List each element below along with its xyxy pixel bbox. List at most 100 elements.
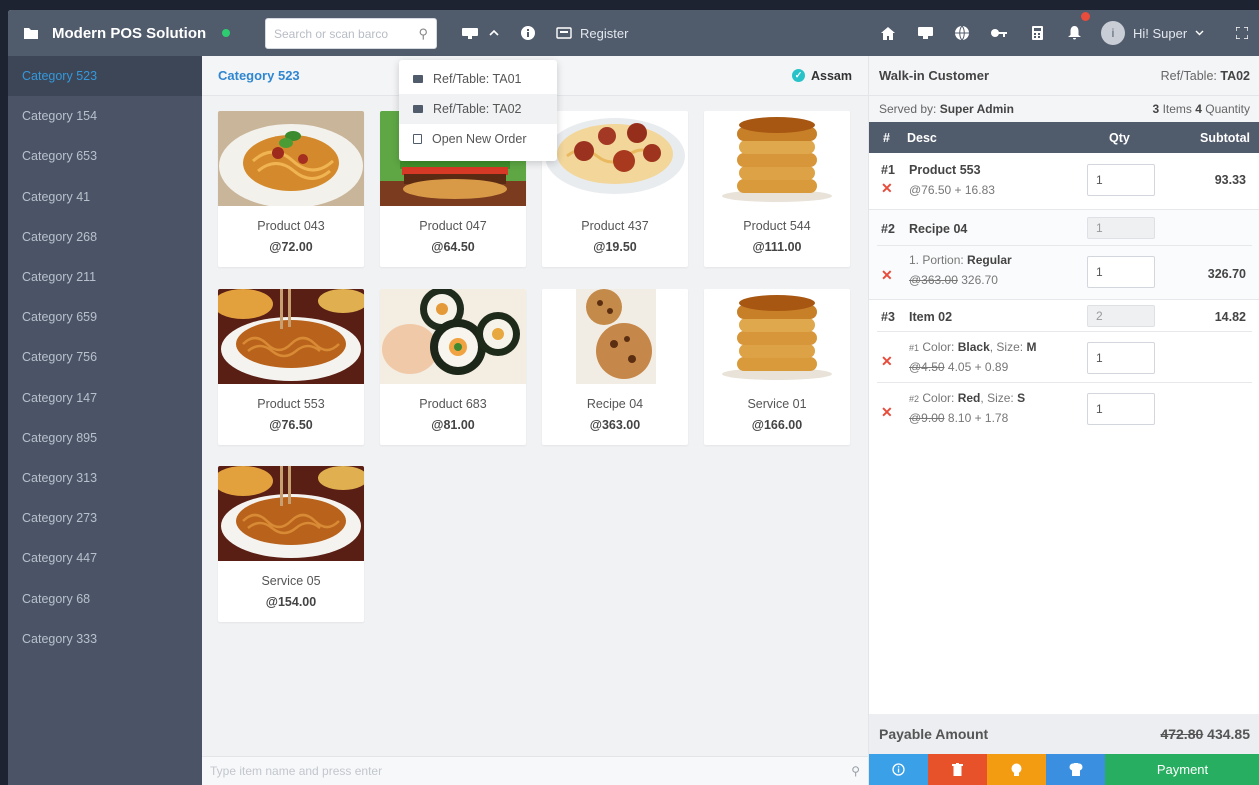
category-item[interactable]: Category 41 [8,177,202,217]
expand-icon[interactable] [1228,10,1256,56]
key-icon[interactable] [985,10,1013,56]
category-item[interactable]: Category 211 [8,257,202,297]
remove-icon[interactable]: ✕ [881,353,893,370]
product-card[interactable]: Product 683 @81.00 [380,289,526,445]
quantity-input[interactable]: 1 [1087,256,1155,288]
product-price: @154.00 [265,595,317,609]
variant-number: #2 [909,394,920,404]
customer-name[interactable]: Walk-in Customer [879,68,989,83]
view-order-button[interactable] [1046,754,1105,785]
item-search-bar[interactable]: ⚲ [202,756,868,785]
product-image [542,111,688,206]
brand: Modern POS Solution [24,10,231,56]
order-table-header: # Desc Qty Subtotal [869,122,1259,153]
user-greeting: Hi! Super [1133,25,1188,41]
product-name: Product 683 [419,397,487,411]
table-icon [413,105,423,113]
product-name: Product 047 [419,219,487,233]
category-item[interactable]: Category 154 [8,96,202,136]
remove-icon[interactable]: ✕ [881,404,893,421]
category-item[interactable]: Category 523 [8,56,202,97]
new-price: 4.05 + 0.89 [947,360,1009,374]
globe-icon[interactable] [948,10,976,56]
size-value: S [1017,391,1026,405]
product-name: Product 437 [581,219,649,233]
folder-icon[interactable] [24,27,38,39]
category-item[interactable]: Category 68 [8,578,202,618]
monitor-icon[interactable] [911,10,939,56]
menu-item-label: Ref/Table: TA02 [433,102,522,116]
sub-label: 1. Portion: [909,253,964,267]
category-item[interactable]: Category 756 [8,337,202,377]
chevron-up-icon[interactable] [480,10,508,56]
quantity-input[interactable]: 1 [1087,164,1155,196]
col-num: # [883,130,890,145]
line-subtotal: 326.70 [1207,267,1246,281]
old-price: @4.50 [909,360,945,374]
col-desc: Desc [907,130,937,145]
calculator-icon[interactable] [1023,10,1051,56]
notification-badge [1081,12,1090,21]
user-menu[interactable]: i Hi! Super [1101,10,1204,56]
variant-price: @9.00 8.10 + 1.78 [909,411,1008,425]
item-name-input[interactable] [210,764,830,778]
product-name: Product 553 [257,397,325,411]
served-by: Served by: Super Admin [879,102,1014,116]
category-item[interactable]: Category 447 [8,538,202,578]
category-item[interactable]: Category 659 [8,297,202,337]
bell-icon[interactable] [1060,10,1090,56]
product-card[interactable]: Service 01 @166.00 [704,289,850,445]
category-item[interactable]: Category 333 [8,619,202,659]
quantity-input[interactable]: 1 [1087,342,1155,374]
order-counts: 3 Items 4 Quantity [1153,102,1250,116]
category-item[interactable]: Category 147 [8,378,202,418]
product-card[interactable]: Product 437 @19.50 [542,111,688,267]
search-box[interactable]: ⚲ [265,18,437,49]
payment-button[interactable]: Payment [1105,754,1259,785]
product-card[interactable]: Product 043 @72.00 [218,111,364,267]
menu-item-new-order[interactable]: Open New Order [399,124,557,154]
order-line: #1 Product 553 ✕ @76.50 + 16.83 1 93.33 [869,153,1259,210]
search-input[interactable] [274,26,412,41]
category-item[interactable]: Category 653 [8,136,202,176]
hold-order-button[interactable] [987,754,1046,785]
menu-item-label: Ref/Table: TA01 [433,72,522,86]
remove-icon[interactable]: ✕ [881,180,893,197]
delete-order-button[interactable] [928,754,987,785]
menu-item-table[interactable]: Ref/Table: TA02 [399,94,557,124]
location-label: Assam [811,68,852,83]
category-item[interactable]: Category 313 [8,458,202,498]
product-card[interactable]: Product 544 @111.00 [704,111,850,267]
action-bar: Payment [869,754,1259,785]
payable-row: Payable Amount 472.80 434.85 [869,714,1259,754]
menu-item-table[interactable]: Ref/Table: TA01 [399,64,557,94]
location-selector[interactable]: ✓ Assam [792,69,852,83]
category-item[interactable]: Category 268 [8,217,202,257]
search-icon[interactable]: ⚲ [851,764,860,778]
product-name: Product 544 [743,219,811,233]
product-card[interactable]: Recipe 04 @363.00 [542,289,688,445]
info-icon[interactable] [514,10,542,56]
served-value: Super Admin [939,102,1014,116]
info-button[interactable] [869,754,928,785]
product-card[interactable]: Product 553 @76.50 [218,289,364,445]
line-name: Product 553 [909,163,981,177]
chevron-down-icon [1195,30,1204,36]
product-price: @363.00 [589,418,641,432]
product-image [380,289,526,384]
product-name: Recipe 04 [586,397,644,411]
register-button[interactable]: Register [556,10,628,56]
size-label: Size: [987,391,1014,405]
remove-icon[interactable]: ✕ [881,267,893,284]
col-subtotal: Subtotal [1200,130,1250,145]
new-price: 326.70 [961,273,998,287]
quantity-input[interactable]: 1 [1087,393,1155,425]
search-icon[interactable]: ⚲ [418,26,428,42]
product-card[interactable]: Service 05 @154.00 [218,466,364,622]
category-item[interactable]: Category 273 [8,498,202,538]
home-icon[interactable] [874,10,902,56]
category-item[interactable]: Category 895 [8,418,202,458]
line-number: #3 [881,310,895,324]
product-image [542,289,688,384]
line-price: @76.50 + 16.83 [909,183,995,197]
